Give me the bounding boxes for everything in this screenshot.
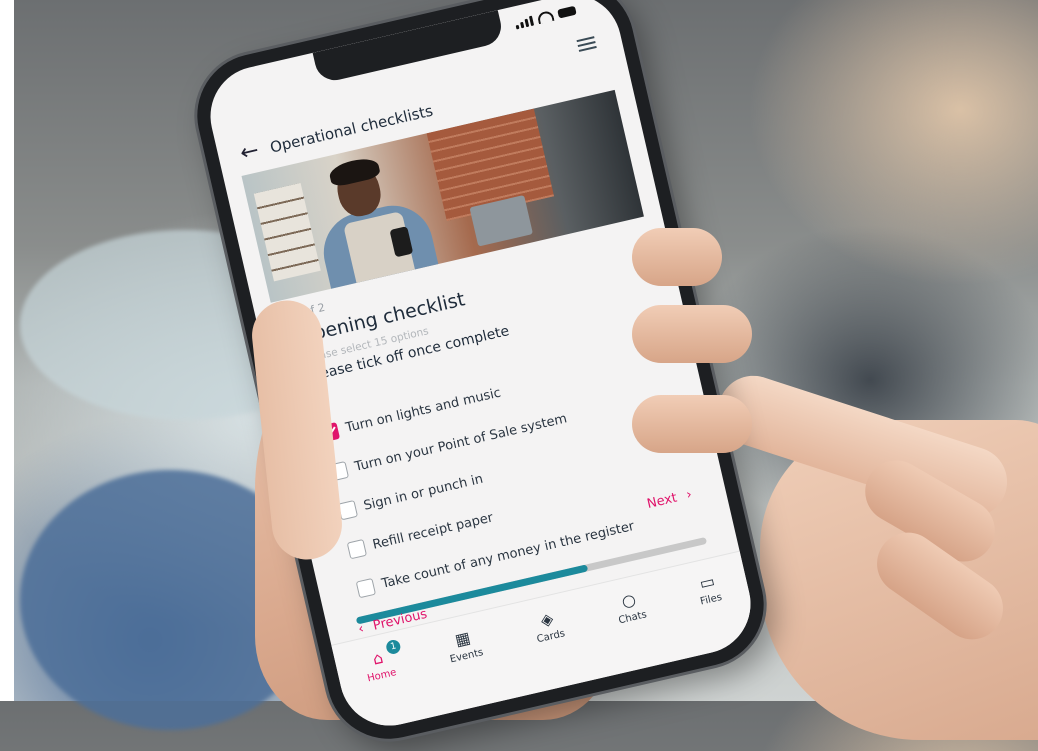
- tab-label: Events: [448, 647, 485, 666]
- tab-label: Cards: [535, 628, 567, 646]
- left-white-strip: [0, 0, 14, 701]
- tab-home[interactable]: ⌂ 1 Home: [362, 638, 402, 685]
- folder-icon: ▭: [697, 571, 717, 594]
- tab-label: Chats: [617, 609, 648, 627]
- notification-badge: 1: [385, 638, 402, 656]
- home-icon: ⌂: [370, 647, 385, 669]
- holding-finger: [632, 395, 752, 453]
- tab-label: Home: [366, 667, 398, 685]
- checkbox-icon[interactable]: [346, 538, 367, 559]
- checklist-items: Turn on lights and music Turn on your Po…: [317, 335, 704, 609]
- tab-events[interactable]: ▦ Events: [444, 627, 484, 666]
- status-bar: [514, 5, 577, 30]
- tab-chats[interactable]: ○ Chats: [613, 589, 648, 627]
- tab-files[interactable]: ▭ Files: [695, 571, 724, 608]
- shelf: [253, 182, 321, 282]
- tab-cards[interactable]: ◈ Cards: [531, 608, 566, 646]
- chevron-left-icon: ‹: [356, 621, 366, 638]
- tab-label: Files: [699, 591, 724, 608]
- chat-bubble-icon: ○: [619, 589, 638, 612]
- holding-finger: [632, 305, 752, 363]
- back-arrow-icon[interactable]: ←: [238, 138, 262, 167]
- holding-finger: [632, 228, 722, 286]
- calendar-icon: ▦: [453, 627, 473, 650]
- wifi-icon: [536, 9, 555, 25]
- checkbox-icon[interactable]: [355, 577, 376, 598]
- phone-notch: [312, 10, 505, 85]
- signal-icon: [514, 15, 534, 29]
- battery-icon: [557, 5, 577, 19]
- hamburger-menu-icon[interactable]: [576, 33, 598, 55]
- stack-icon: ◈: [538, 608, 556, 630]
